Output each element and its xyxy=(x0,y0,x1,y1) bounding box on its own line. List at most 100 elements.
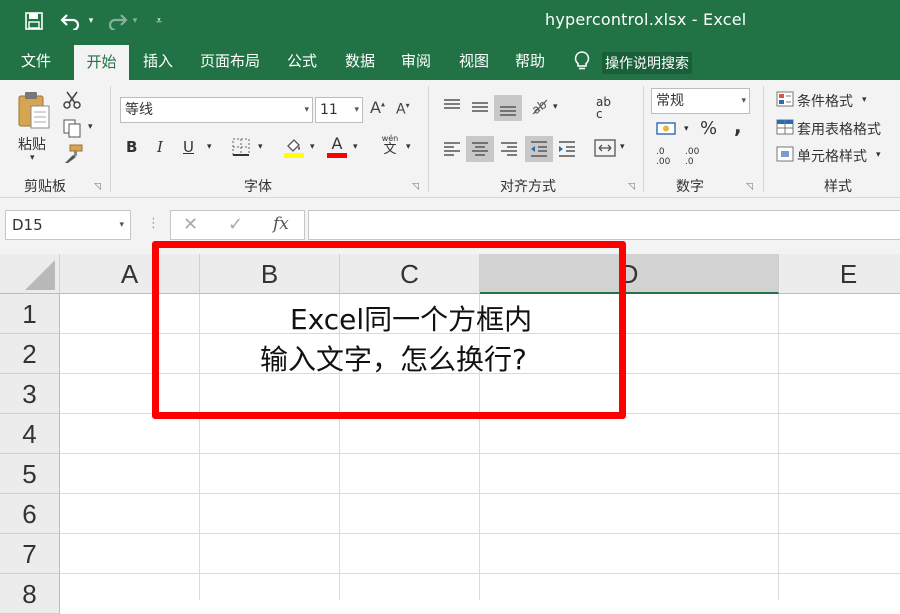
increase-decimal-button[interactable]: .0 .00 xyxy=(656,147,676,167)
gridline xyxy=(60,453,900,454)
chevron-down-icon: ▾ xyxy=(354,105,359,115)
format-as-table-button[interactable]: 套用表格格式 xyxy=(797,119,881,139)
align-right-icon[interactable] xyxy=(499,140,519,158)
font-launcher-icon[interactable]: ◹ xyxy=(412,182,419,192)
title-bar: ▾ ▾ ⩡ hypercontrol.xlsx - Excel xyxy=(0,0,900,42)
row-header-3[interactable]: 3 xyxy=(0,374,60,414)
number-format-select[interactable]: 常规 ▾ xyxy=(651,88,750,114)
wrap-text-icon[interactable]: ab c xyxy=(596,96,611,120)
row-header-4[interactable]: 4 xyxy=(0,414,60,454)
font-color-icon[interactable]: A xyxy=(327,136,347,158)
align-center-icon[interactable] xyxy=(466,136,494,162)
row-header-7[interactable]: 7 xyxy=(0,534,60,574)
comma-style-button[interactable]: , xyxy=(734,114,742,138)
borders-icon[interactable] xyxy=(232,138,250,156)
paste-label[interactable]: 粘贴 xyxy=(18,134,46,154)
row-header-2[interactable]: 2 xyxy=(0,334,60,374)
window-title: hypercontrol.xlsx - Excel xyxy=(545,10,747,29)
decrease-indent-icon[interactable] xyxy=(525,136,553,162)
row-header-6[interactable]: 6 xyxy=(0,494,60,534)
insert-function-icon[interactable]: fx xyxy=(273,214,289,234)
accounting-format-icon[interactable] xyxy=(656,120,678,138)
underline-dropdown-icon[interactable]: ▾ xyxy=(207,142,212,152)
alignment-launcher-icon[interactable]: ◹ xyxy=(628,182,635,192)
font-color-dropdown-icon[interactable]: ▾ xyxy=(353,142,358,152)
row-header-1[interactable]: 1 xyxy=(0,294,60,334)
tab-help[interactable]: 帮助 xyxy=(504,42,556,80)
cell-styles-button[interactable]: 单元格样式 xyxy=(797,146,867,166)
overlay-text-line-1: Excel同一个方框内 xyxy=(290,303,533,336)
font-size-select[interactable]: 11 ▾ xyxy=(315,97,363,123)
borders-dropdown-icon[interactable]: ▾ xyxy=(258,142,263,152)
decrease-font-size-icon[interactable]: A▾ xyxy=(396,102,410,117)
clipboard-group-label: 剪贴板 xyxy=(24,179,66,195)
gridline xyxy=(60,573,900,574)
number-format-value: 常规 xyxy=(656,93,684,109)
gridline xyxy=(60,493,900,494)
tab-review[interactable]: 审阅 xyxy=(390,42,442,80)
accounting-dropdown-icon[interactable]: ▾ xyxy=(684,124,689,134)
copy-dropdown-icon[interactable]: ▾ xyxy=(88,122,93,132)
tab-file[interactable]: 文件 xyxy=(8,42,64,80)
fill-color-icon[interactable] xyxy=(283,136,305,158)
cell-styles-icon[interactable] xyxy=(776,146,794,162)
conditional-formatting-button[interactable]: 条件格式 xyxy=(797,91,853,111)
align-top-icon[interactable] xyxy=(442,98,462,116)
paste-icon[interactable] xyxy=(17,90,51,130)
italic-button[interactable]: I xyxy=(157,138,163,156)
format-painter-icon[interactable] xyxy=(62,144,84,164)
name-box-value: D15 xyxy=(12,216,43,234)
styles-group-label: 样式 xyxy=(824,179,852,195)
number-launcher-icon[interactable]: ◹ xyxy=(746,182,753,192)
tab-view[interactable]: 视图 xyxy=(448,42,500,80)
copy-icon[interactable] xyxy=(62,118,84,138)
percent-style-button[interactable]: % xyxy=(700,118,717,139)
tab-page-layout[interactable]: 页面布局 xyxy=(190,42,270,80)
format-as-table-icon[interactable] xyxy=(776,119,794,135)
formula-buttons: ✕ ✓ fx xyxy=(170,210,305,240)
font-color-swatch xyxy=(327,153,347,158)
paste-dropdown-icon[interactable]: ▾ xyxy=(30,153,35,163)
underline-button[interactable]: U xyxy=(183,138,194,156)
fill-color-dropdown-icon[interactable]: ▾ xyxy=(310,142,315,152)
tab-home[interactable]: 开始 xyxy=(74,45,129,80)
increase-indent-icon[interactable] xyxy=(557,140,577,158)
orientation-dropdown-icon[interactable]: ▾ xyxy=(553,102,558,112)
merge-dropdown-icon[interactable]: ▾ xyxy=(620,142,625,152)
font-name-select[interactable]: 等线 ▾ xyxy=(120,97,313,123)
formula-input[interactable] xyxy=(308,210,900,240)
decrease-decimal-button[interactable]: .00 .0 xyxy=(685,147,705,167)
group-divider xyxy=(428,86,429,192)
wrap-bottom: c xyxy=(596,107,603,121)
cut-icon[interactable] xyxy=(62,90,82,110)
clipboard-launcher-icon[interactable]: ◹ xyxy=(94,182,101,192)
tell-me-search[interactable]: 操作说明搜索 xyxy=(572,50,692,76)
group-divider xyxy=(110,86,111,192)
name-box[interactable]: D15 ▾ xyxy=(5,210,131,240)
orientation-icon[interactable]: ab xyxy=(529,96,551,116)
enter-entry-icon[interactable]: ✓ xyxy=(228,214,243,235)
conditional-formatting-icon[interactable] xyxy=(776,91,794,107)
tab-insert[interactable]: 插入 xyxy=(132,42,184,80)
select-all-corner[interactable] xyxy=(0,254,60,294)
row-header-8[interactable]: 8 xyxy=(0,574,60,614)
font-name-value: 等线 xyxy=(125,102,153,118)
merge-center-icon[interactable] xyxy=(594,138,616,158)
align-left-icon[interactable] xyxy=(442,140,462,158)
row-header-5[interactable]: 5 xyxy=(0,454,60,494)
cancel-entry-icon[interactable]: ✕ xyxy=(183,214,198,235)
phonetic-dropdown-icon[interactable]: ▾ xyxy=(406,142,411,152)
cell-styles-dropdown-icon[interactable]: ▾ xyxy=(876,150,881,160)
bold-button[interactable]: B xyxy=(126,138,137,156)
tab-data[interactable]: 数据 xyxy=(334,42,386,80)
formula-bar-grip-icon[interactable]: ⋮ xyxy=(147,216,160,231)
align-bottom-icon[interactable] xyxy=(494,95,522,121)
conditional-dropdown-icon[interactable]: ▾ xyxy=(862,95,867,105)
phonetic-guide-icon[interactable]: wén 文 xyxy=(380,135,400,157)
increase-font-size-icon[interactable]: A▴ xyxy=(370,100,385,116)
group-divider xyxy=(643,86,644,192)
column-header-e[interactable]: E xyxy=(779,254,900,294)
chevron-down-icon: ▾ xyxy=(741,96,746,106)
align-middle-icon[interactable] xyxy=(470,98,490,116)
tab-formulas[interactable]: 公式 xyxy=(276,42,328,80)
